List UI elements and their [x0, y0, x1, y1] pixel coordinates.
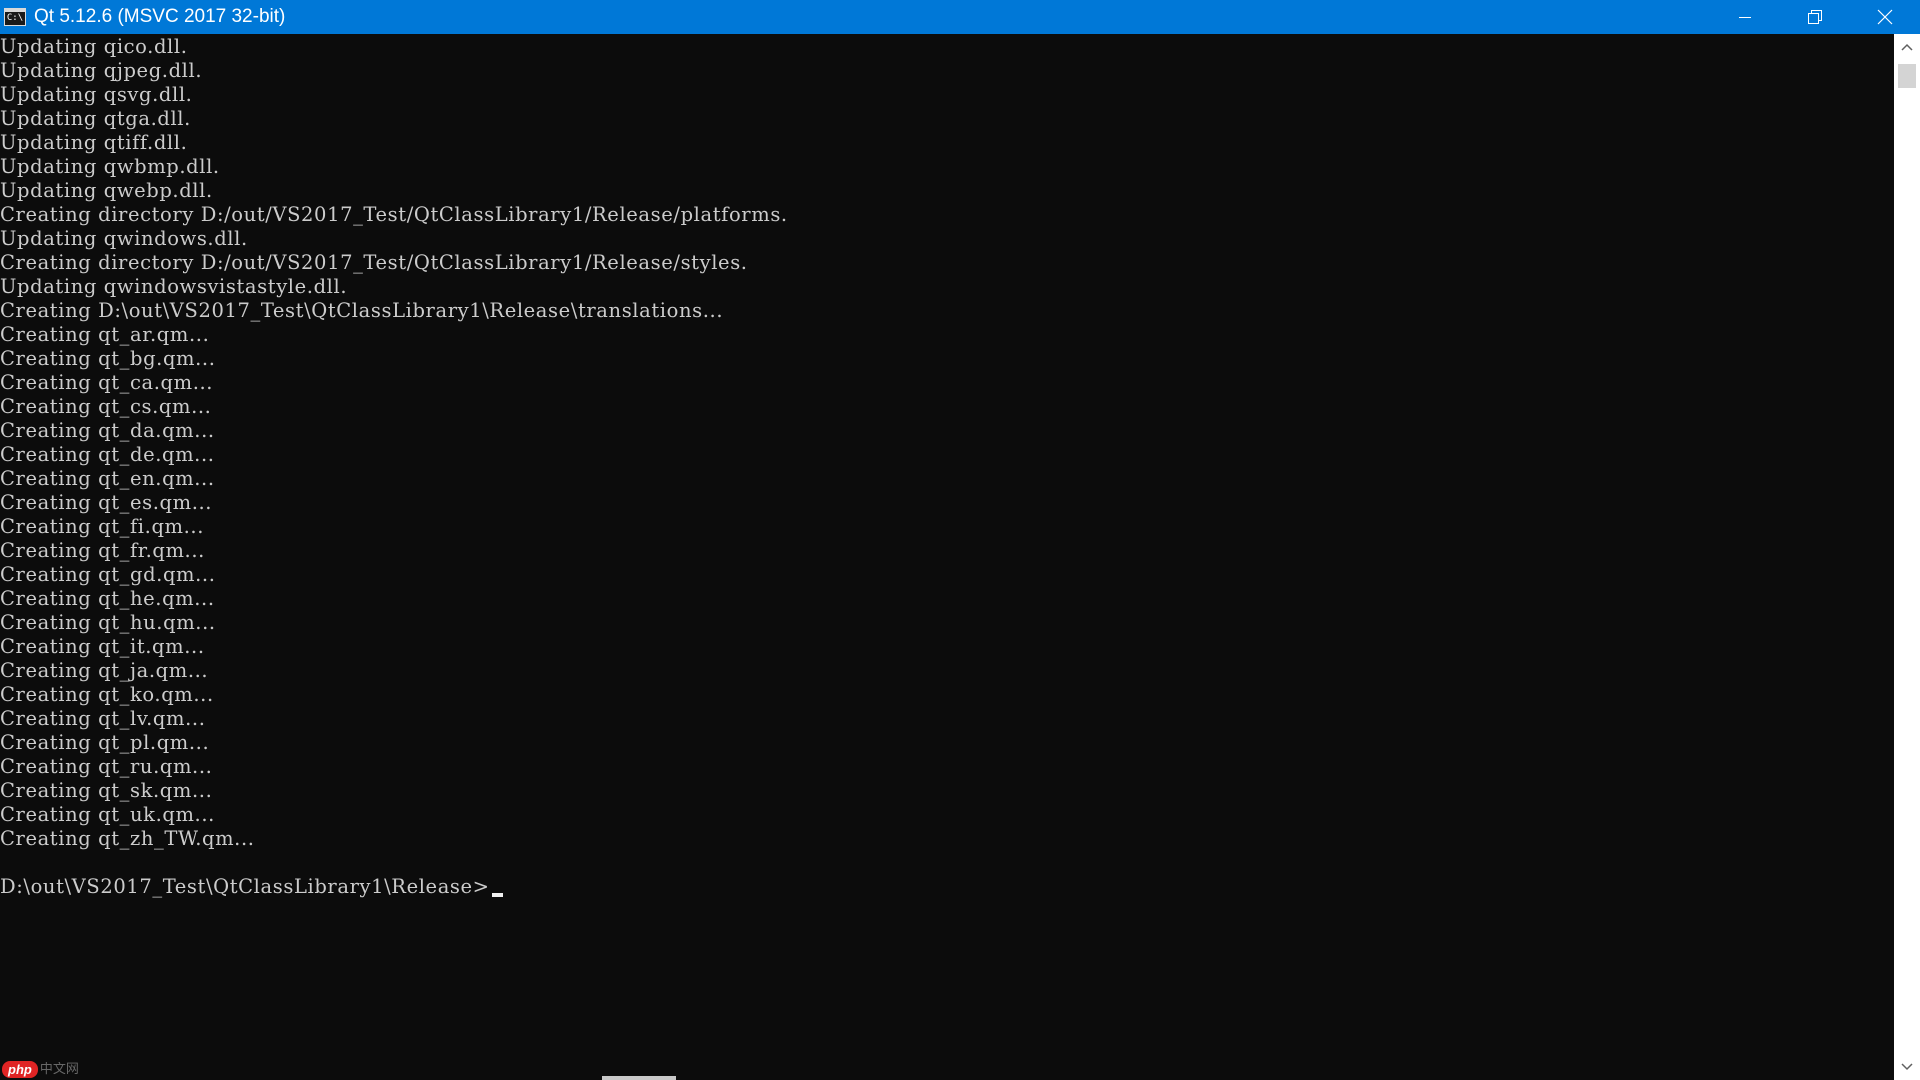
console-line: Creating qt_pl.qm... — [0, 731, 210, 754]
site-watermark: php 中文网 — [2, 1060, 79, 1078]
console-line: Updating qjpeg.dll. — [0, 59, 203, 82]
console-icon[interactable]: C:\ — [4, 8, 26, 26]
horizontal-scroll-indicator — [602, 1076, 676, 1080]
console-line: Creating directory D:/out/VS2017_Test/Qt… — [0, 251, 748, 274]
close-button[interactable] — [1850, 0, 1920, 34]
minimize-icon — [1739, 17, 1751, 18]
console-line: Creating qt_fi.qm... — [0, 515, 205, 538]
console-line: Creating qt_ru.qm... — [0, 755, 213, 778]
minimize-button[interactable] — [1710, 0, 1780, 34]
restore-icon — [1808, 10, 1822, 24]
console-line: Updating qsvg.dll. — [0, 83, 193, 106]
scroll-down-button[interactable] — [1894, 1054, 1920, 1080]
scroll-down-arrow-icon — [1901, 1063, 1913, 1071]
console-icon-glyph: C:\ — [6, 13, 24, 23]
console-line: Creating qt_ko.qm... — [0, 683, 214, 706]
console-line: Creating qt_he.qm... — [0, 587, 215, 610]
console-line: Creating qt_cs.qm... — [0, 395, 212, 418]
console-line-blank — [0, 851, 1894, 875]
window-title: Qt 5.12.6 (MSVC 2017 32-bit) — [34, 6, 286, 27]
console-line: Updating qwindows.dll. — [0, 227, 248, 250]
console-output[interactable]: Updating qico.dll. Updating qjpeg.dll. U… — [0, 34, 1894, 1080]
scroll-up-arrow-icon — [1901, 43, 1913, 51]
console-line: Creating directory D:/out/VS2017_Test/Qt… — [0, 203, 788, 226]
console-lines: Updating qico.dll. Updating qjpeg.dll. U… — [0, 34, 1894, 899]
console-line: Updating qtga.dll. — [0, 107, 191, 130]
scroll-up-button[interactable] — [1894, 34, 1920, 60]
restore-button[interactable] — [1780, 0, 1850, 34]
console-line: Creating qt_uk.qm... — [0, 803, 215, 826]
watermark-badge: php — [2, 1060, 38, 1078]
console-line: Creating D:\out\VS2017_Test\QtClassLibra… — [0, 299, 724, 322]
console-line: Updating qwindowsvistastyle.dll. — [0, 275, 348, 298]
console-line: Creating qt_zh_TW.qm... — [0, 827, 255, 850]
console-line: Creating qt_ar.qm... — [0, 323, 210, 346]
console-line: Creating qt_hu.qm... — [0, 611, 216, 634]
console-line: Creating qt_lv.qm... — [0, 707, 206, 730]
command-prompt-line[interactable]: D:\out\VS2017_Test\QtClassLibrary1\Relea… — [0, 875, 1894, 899]
console-line: Creating qt_en.qm... — [0, 467, 215, 490]
title-bar[interactable]: C:\ Qt 5.12.6 (MSVC 2017 32-bit) — [0, 0, 1920, 34]
console-line: Creating qt_gd.qm... — [0, 563, 216, 586]
console-line: Creating qt_it.qm... — [0, 635, 205, 658]
console-line: Updating qwbmp.dll. — [0, 155, 220, 178]
vertical-scrollbar[interactable] — [1894, 34, 1920, 1080]
scrollbar-thumb[interactable] — [1898, 64, 1916, 88]
console-line: Creating qt_sk.qm... — [0, 779, 213, 802]
text-cursor — [491, 893, 503, 897]
console-line: Updating qtiff.dll. — [0, 131, 188, 154]
console-line: Updating qwebp.dll. — [0, 179, 213, 202]
console-line: Creating qt_ja.qm... — [0, 659, 209, 682]
console-line: Creating qt_de.qm... — [0, 443, 215, 466]
close-icon — [1877, 9, 1893, 25]
console-line: Creating qt_fr.qm... — [0, 539, 205, 562]
console-line: Creating qt_da.qm... — [0, 419, 215, 442]
console-line: Creating qt_bg.qm... — [0, 347, 216, 370]
console-line: Creating qt_ca.qm... — [0, 371, 214, 394]
console-line: Creating qt_es.qm... — [0, 491, 213, 514]
console-window: C:\ Qt 5.12.6 (MSVC 2017 32-bit) Updatin… — [0, 0, 1920, 1080]
watermark-text: 中文网 — [39, 1061, 79, 1077]
console-line: Updating qico.dll. — [0, 35, 188, 58]
command-prompt: D:\out\VS2017_Test\QtClassLibrary1\Relea… — [0, 875, 490, 898]
